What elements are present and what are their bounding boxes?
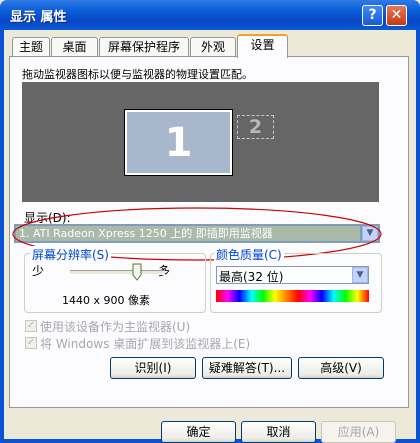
ok-button[interactable]: 确定 [161,421,236,443]
color-quality-value: 最高(32 位) [219,270,284,284]
resolution-less-label: 少 [32,264,45,278]
extend-desktop-checkbox[interactable]: ✓ [25,337,37,349]
primary-monitor-checkbox[interactable]: ✓ [25,320,37,332]
primary-monitor-label: 使用该设备作为主监视器(U) [40,320,191,334]
tab-screensaver[interactable]: 屏幕保护程序 [99,37,189,57]
tab-label: 桌面 [62,40,87,54]
apply-button[interactable]: 应用(A) [321,421,396,443]
color-quality-dropdown[interactable]: 最高(32 位) ▼ [216,266,369,284]
instruction-text: 拖动监视器图标以便与监视器的物理设置匹配。 [22,68,253,81]
resolution-slider-track[interactable] [70,270,165,275]
identify-button[interactable]: 识别(I) [110,357,196,379]
question-icon: ? [368,7,377,23]
close-icon: ✕ [390,7,403,23]
chevron-down-icon[interactable]: ▼ [352,267,368,283]
resolution-group-label: 屏幕分辨率(S) [30,246,111,263]
tab-themes[interactable]: 主题 [12,37,50,57]
window-title: 显示 属性 [10,10,67,25]
display-dropdown[interactable]: 1. ATI Radeon Xpress 1250 上的 即插即用监视器 ▼ [14,224,380,243]
help-button[interactable]: ? [362,5,383,26]
tab-label: 外观 [200,40,225,54]
tab-label: 主题 [18,40,43,54]
tab-label: 设置 [250,38,275,52]
title-bar: 显示 属性 ? ✕ [0,0,420,30]
tab-desktop[interactable]: 桌面 [51,37,98,57]
color-spectrum-bar [216,290,369,302]
cancel-button[interactable]: 取消 [241,421,316,443]
close-button[interactable]: ✕ [386,5,407,26]
monitor-2-icon[interactable]: 2 [237,115,274,139]
tab-label: 屏幕保护程序 [107,40,180,54]
display-dropdown-value: 1. ATI Radeon Xpress 1250 上的 即插即用监视器 [16,226,360,241]
resolution-value: 1440 x 900 像素 [62,294,150,307]
color-quality-group-label: 颜色质量(C) [214,246,284,263]
monitor-1-icon[interactable]: 1 [124,109,233,176]
extend-desktop-label: 将 Windows 桌面扩展到该监视器上(E) [40,337,251,351]
chevron-down-icon[interactable]: ▼ [362,226,378,241]
troubleshoot-button[interactable]: 疑难解答(T)... [202,357,292,379]
resolution-slider-thumb[interactable] [132,263,142,281]
tab-appearance[interactable]: 外观 [190,37,236,57]
advanced-button[interactable]: 高级(V) [298,357,384,379]
tab-settings[interactable]: 设置 [237,34,288,58]
